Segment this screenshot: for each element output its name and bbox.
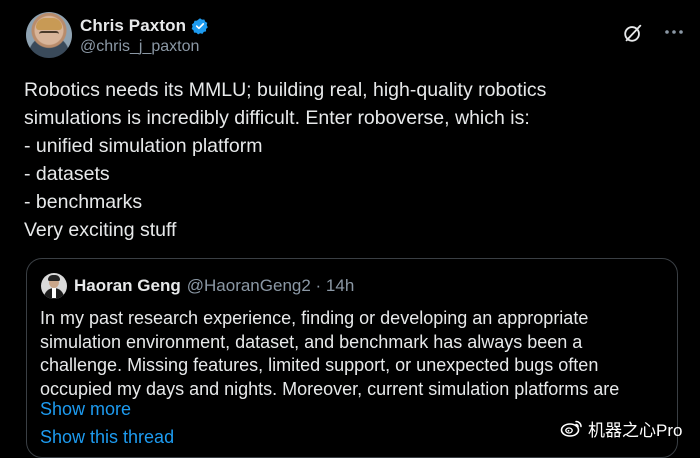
- quoted-author-avatar[interactable]: [41, 273, 67, 299]
- more-icon[interactable]: [662, 20, 686, 44]
- show-thread-link[interactable]: Show this thread: [40, 427, 174, 448]
- verified-badge-icon: [191, 18, 208, 35]
- author-display-name[interactable]: Chris Paxton: [80, 16, 186, 36]
- quoted-author-handle-time: @HaoranGeng2 · 14h: [186, 276, 355, 295]
- author-avatar[interactable]: [26, 12, 72, 58]
- tweet-header: Chris Paxton @chris_j_paxton: [26, 12, 686, 62]
- grok-icon[interactable]: [622, 22, 644, 44]
- quoted-tweet-text: In my past research experience, finding …: [40, 308, 620, 399]
- watermark-text: 机器之心Pro: [588, 420, 683, 440]
- tweet-text: Robotics needs its MMLU; building real, …: [24, 79, 547, 241]
- watermark: 机器之心Pro: [560, 416, 682, 440]
- author-name-row: Chris Paxton: [80, 15, 209, 37]
- quoted-tweet-header: Haoran Geng @HaoranGeng2 · 14h: [41, 273, 354, 299]
- show-more-link[interactable]: Show more: [40, 399, 131, 420]
- author-handle[interactable]: @chris_j_paxton: [80, 38, 199, 56]
- weibo-icon: [560, 420, 582, 437]
- quoted-author-name[interactable]: Haoran Geng: [74, 276, 181, 296]
